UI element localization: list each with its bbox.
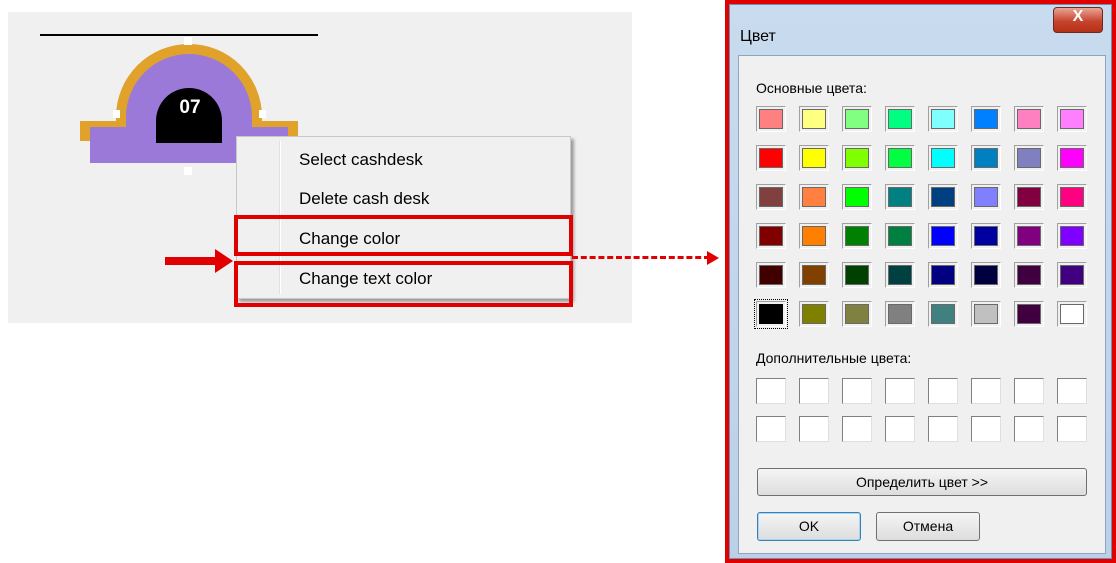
menu-item-select-cashdesk[interactable]: Select cashdesk: [237, 141, 570, 179]
pointer-arrow-head: [215, 249, 233, 273]
cash-desk-number: 07: [179, 97, 201, 118]
menu-item-label: Delete cash desk: [299, 189, 430, 208]
menu-item-label: Select cashdesk: [299, 150, 423, 169]
highlight-box-color-dialog: [725, 0, 1116, 563]
dashed-connector-line: [572, 256, 710, 259]
wall-line[interactable]: [40, 34, 318, 36]
menu-item-delete-cash-desk[interactable]: Delete cash desk: [237, 180, 570, 218]
dashed-connector-arrowhead: [707, 251, 719, 265]
highlight-box-change-text-color: [234, 261, 573, 307]
highlight-box-change-color: [234, 215, 573, 256]
pointer-arrow-shaft: [165, 257, 217, 265]
